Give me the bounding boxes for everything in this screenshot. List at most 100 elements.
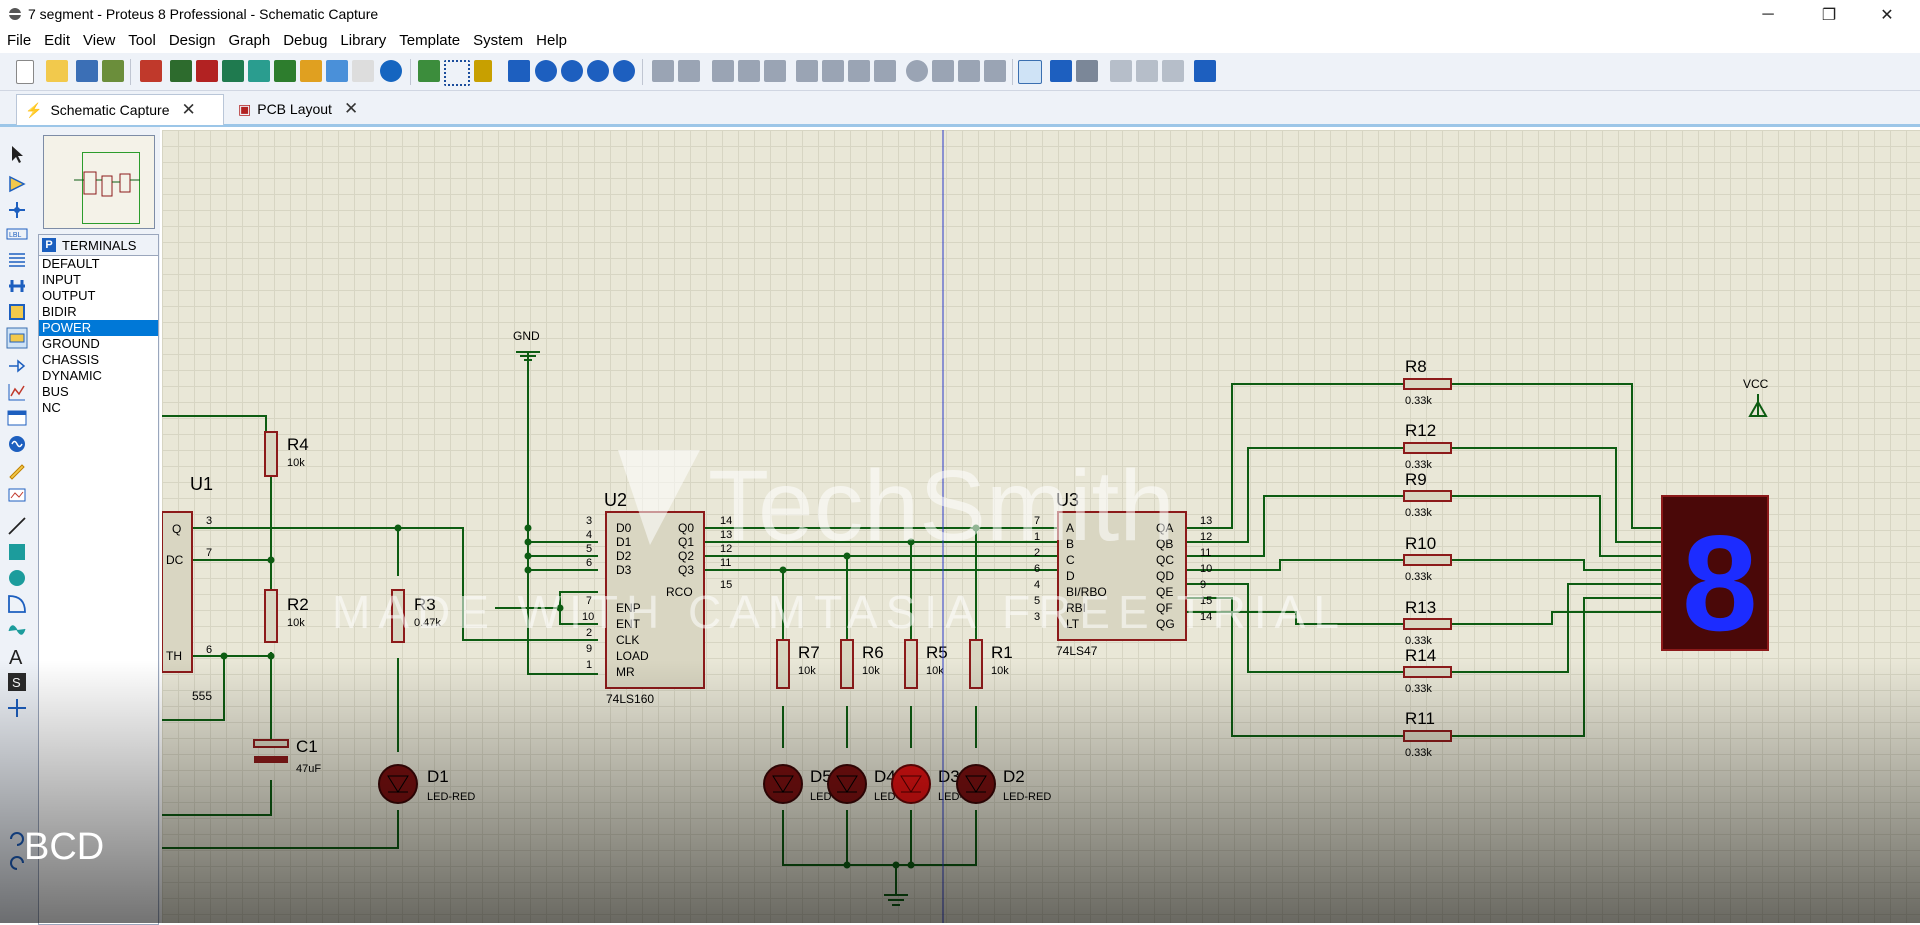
resistor-r14[interactable]: [1403, 666, 1452, 678]
resistor-r6[interactable]: [840, 639, 854, 689]
voltage-probe-icon[interactable]: [6, 459, 28, 481]
menu-edit[interactable]: Edit: [37, 29, 76, 53]
origin-icon[interactable]: [474, 60, 492, 82]
grid-icon[interactable]: [444, 60, 470, 86]
circle-tool-icon[interactable]: [6, 567, 28, 589]
search-tag-icon[interactable]: [1050, 60, 1072, 82]
make-device-icon[interactable]: [932, 60, 954, 82]
goto-sheet-icon[interactable]: [1162, 60, 1184, 82]
terminal-item-output[interactable]: OUTPUT: [39, 288, 158, 304]
resistor-r11[interactable]: [1403, 730, 1452, 742]
device-pins-icon[interactable]: [6, 355, 28, 377]
terminal-item-dynamic[interactable]: DYNAMIC: [39, 368, 158, 384]
subcircuit-icon[interactable]: [6, 301, 28, 323]
component-mode-icon[interactable]: [6, 173, 28, 195]
terminal-item-ground[interactable]: GROUND: [39, 336, 158, 352]
graph-mode-icon[interactable]: [6, 381, 28, 403]
menu-help[interactable]: Help: [529, 29, 573, 53]
pcb-icon[interactable]: [196, 60, 218, 82]
copy-icon[interactable]: [738, 60, 760, 82]
resistor-r9[interactable]: [1403, 490, 1452, 502]
resistor-r8[interactable]: [1403, 378, 1452, 390]
menu-system[interactable]: System: [466, 29, 529, 53]
menu-file[interactable]: File: [0, 29, 37, 53]
terminals-list[interactable]: DEFAULT INPUT OUTPUT BIDIR POWER GROUND …: [38, 255, 159, 925]
home-icon[interactable]: [140, 60, 162, 82]
block-delete-icon[interactable]: [874, 60, 896, 82]
close-tab-icon[interactable]: ✕: [344, 99, 358, 119]
pan-icon[interactable]: [508, 60, 530, 82]
wire-autorouter-icon[interactable]: [1018, 60, 1042, 84]
open-folder-icon[interactable]: [46, 60, 68, 82]
menu-design[interactable]: Design: [162, 29, 222, 53]
terminal-item-power[interactable]: POWER: [39, 320, 158, 336]
new-sheet-icon[interactable]: [1110, 60, 1132, 82]
resistor-r13[interactable]: [1403, 618, 1452, 630]
symbol-tool-icon[interactable]: S: [6, 671, 28, 693]
tab-schematic-capture[interactable]: ⚡ Schematic Capture ✕: [16, 94, 224, 125]
tape-recorder-icon[interactable]: [6, 407, 28, 429]
resistor-r10[interactable]: [1403, 554, 1452, 566]
terminal-item-default[interactable]: DEFAULT: [39, 256, 158, 272]
text-tool-icon[interactable]: A: [6, 645, 28, 667]
pick-devices-button[interactable]: P: [42, 238, 56, 252]
menu-library[interactable]: Library: [333, 29, 392, 53]
resistor-r4[interactable]: [264, 431, 278, 477]
terminals-mode-icon[interactable]: [6, 327, 28, 349]
resistor-r2[interactable]: [264, 589, 278, 643]
refresh-icon[interactable]: [418, 60, 440, 82]
property-assignment-icon[interactable]: [1076, 60, 1098, 82]
wire-label-icon[interactable]: LBL: [6, 223, 28, 245]
redo-icon[interactable]: [678, 60, 700, 82]
schematic-canvas[interactable]: GND VCC U1 555 Q DC TH 3 7 6 U2 74LS160 …: [162, 130, 1920, 923]
close-button[interactable]: ✕: [1864, 0, 1910, 29]
block-move-icon[interactable]: [822, 60, 844, 82]
block-rotate-icon[interactable]: [848, 60, 870, 82]
capacitor-c1[interactable]: C1 47uF: [253, 737, 321, 775]
notes-icon[interactable]: [352, 60, 374, 82]
import-icon[interactable]: [102, 60, 124, 82]
save-icon[interactable]: [76, 60, 98, 82]
marker-tool-icon[interactable]: [6, 697, 28, 719]
menu-debug[interactable]: Debug: [276, 29, 333, 53]
generator-mode-icon[interactable]: [6, 433, 28, 455]
tab-pcb-layout[interactable]: ▣ PCB Layout ✕: [230, 94, 368, 124]
terminal-item-bus[interactable]: BUS: [39, 384, 158, 400]
remove-sheet-icon[interactable]: [1136, 60, 1158, 82]
menu-view[interactable]: View: [76, 29, 121, 53]
close-tab-icon[interactable]: ✕: [182, 100, 196, 120]
arc-tool-icon[interactable]: [6, 593, 28, 615]
text-script-icon[interactable]: [6, 249, 28, 271]
bill-of-materials-icon[interactable]: [300, 60, 322, 82]
buses-icon[interactable]: [6, 275, 28, 297]
terminal-item-bidir[interactable]: BIDIR: [39, 304, 158, 320]
seven-segment-display[interactable]: 8: [1661, 495, 1769, 659]
zoom-out-icon[interactable]: [561, 60, 583, 82]
selection-mode-icon[interactable]: [6, 143, 28, 165]
packaging-tool-icon[interactable]: [958, 60, 980, 82]
led-d1[interactable]: D1 LED-RED: [378, 764, 475, 804]
zoom-all-icon[interactable]: [587, 60, 609, 82]
menu-tool[interactable]: Tool: [121, 29, 162, 53]
overview-window[interactable]: [43, 135, 155, 229]
resistor-r1[interactable]: [969, 639, 983, 689]
zoom-in-icon[interactable]: [535, 60, 557, 82]
box-tool-icon[interactable]: [6, 541, 28, 563]
design-explorer-icon[interactable]: [274, 60, 296, 82]
line-tool-icon[interactable]: [6, 515, 28, 537]
schematic-icon[interactable]: [170, 60, 192, 82]
undo-icon[interactable]: [652, 60, 674, 82]
maximize-button[interactable]: ❐: [1806, 0, 1852, 29]
gerber-icon[interactable]: [248, 60, 270, 82]
menu-template[interactable]: Template: [392, 29, 466, 53]
decompose-icon[interactable]: [984, 60, 1006, 82]
resistor-r12[interactable]: [1403, 442, 1452, 454]
source-code-icon[interactable]: [326, 60, 348, 82]
zoom-area-icon[interactable]: [613, 60, 635, 82]
3d-viewer-icon[interactable]: [222, 60, 244, 82]
cut-icon[interactable]: [712, 60, 734, 82]
junction-dot-icon[interactable]: [6, 199, 28, 221]
menu-graph[interactable]: Graph: [222, 29, 277, 53]
block-copy-icon[interactable]: [796, 60, 818, 82]
terminal-item-nc[interactable]: NC: [39, 400, 158, 416]
